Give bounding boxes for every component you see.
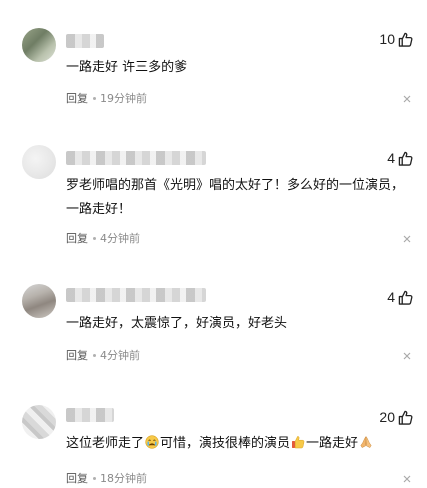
comment-time: 4分钟前 <box>100 349 140 362</box>
like-count: 20 <box>379 409 395 425</box>
comment-time: 19分钟前 <box>100 92 147 105</box>
username-blurred[interactable] <box>66 151 206 165</box>
comment-text: 这位老师走了 可惜，演技很棒的演员 一路走好 <box>66 432 405 456</box>
like-count: 4 <box>387 289 395 305</box>
comment-text-part: 这位老师走了 <box>66 436 145 451</box>
thumbs-up-outline-icon <box>398 32 413 47</box>
reply-button[interactable]: 回复 <box>66 347 88 363</box>
like-button[interactable]: 4 <box>387 150 413 166</box>
username-blurred[interactable] <box>66 408 114 422</box>
like-button[interactable]: 20 <box>379 409 413 425</box>
separator-dot <box>93 236 96 240</box>
thumbs-up-outline-icon <box>398 290 413 305</box>
reply-button[interactable]: 回复 <box>66 90 88 106</box>
close-icon[interactable] <box>403 95 411 103</box>
comment-meta: 回复 18分钟前 <box>66 470 147 486</box>
avatar[interactable] <box>22 28 56 62</box>
close-icon[interactable] <box>403 352 411 360</box>
comment-text-part: 可惜，演技很棒的演员 <box>160 436 291 451</box>
thumbs-up-outline-icon <box>398 410 413 425</box>
comment-text: 一路走好 许三多的爹 <box>66 60 188 75</box>
thumbs-up-outline-icon <box>398 151 413 166</box>
avatar[interactable] <box>22 405 56 439</box>
reply-button[interactable]: 回复 <box>66 230 88 246</box>
separator-dot <box>93 476 96 480</box>
comment-meta: 回复 4分钟前 <box>66 230 140 246</box>
separator-dot <box>93 96 96 100</box>
comment-text: 一路走好，太震惊了，好演员，好老头 <box>66 316 288 331</box>
praying-hands-emoji-icon <box>359 434 373 448</box>
close-icon[interactable] <box>403 475 411 483</box>
comment-text: 罗老师唱的那首《光明》唱的太好了！多么好的一位演员，一路走好！ <box>66 178 405 217</box>
username-blurred[interactable] <box>66 34 104 48</box>
like-count: 10 <box>379 31 395 47</box>
avatar[interactable] <box>22 145 56 179</box>
comment-text-part: 一路走好 <box>306 436 359 451</box>
comment-time: 18分钟前 <box>100 472 147 485</box>
close-icon[interactable] <box>403 235 411 243</box>
crying-emoji-icon <box>145 434 159 449</box>
reply-button[interactable]: 回复 <box>66 470 88 486</box>
comment-meta: 回复 19分钟前 <box>66 90 147 106</box>
comment-meta: 回复 4分钟前 <box>66 347 140 363</box>
like-count: 4 <box>387 150 395 166</box>
separator-dot <box>93 353 96 357</box>
username-blurred[interactable] <box>66 288 206 302</box>
comment-time: 4分钟前 <box>100 232 140 245</box>
thumbs-up-emoji-icon <box>291 434 305 449</box>
like-button[interactable]: 4 <box>387 289 413 305</box>
avatar[interactable] <box>22 284 56 318</box>
like-button[interactable]: 10 <box>379 31 413 47</box>
